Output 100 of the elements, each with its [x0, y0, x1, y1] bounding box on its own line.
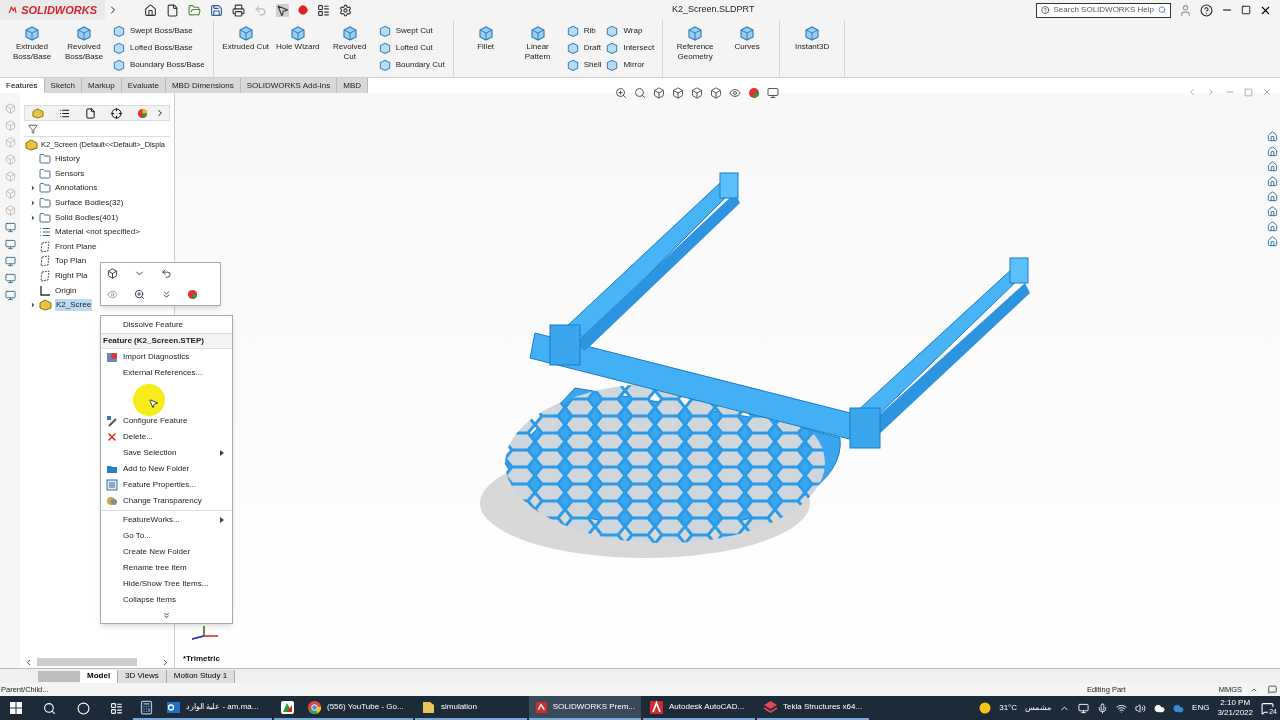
taskbar-app[interactable]: SOLIDWORKS Prem... — [529, 696, 641, 720]
tree-item[interactable]: Solid Bodies(401) — [54, 211, 120, 224]
taskbar-app[interactable]: (556) YouTube - Go... — [301, 696, 413, 720]
ribbon-command[interactable]: Lofted Boss/Base — [112, 41, 205, 55]
ribbon-command[interactable]: Revolved Boss/Base — [60, 24, 108, 62]
model-tab[interactable]: Motion Study 1 — [166, 669, 236, 683]
ribbon-command[interactable]: Shell — [565, 58, 602, 72]
clock-time[interactable]: 2:10 PM — [1220, 698, 1251, 708]
menu-item[interactable]: Add to New Folder — [101, 461, 232, 477]
tree-item[interactable]: Right Pla — [54, 270, 89, 283]
tree-item[interactable]: K2_Scree — [55, 299, 93, 312]
save-icon[interactable] — [210, 3, 223, 17]
settings-icon[interactable] — [339, 3, 352, 17]
scrollbar-thumb[interactable] — [37, 658, 137, 666]
tree-item[interactable]: Top Plan — [54, 255, 88, 268]
tree-item[interactable]: Origin — [54, 284, 78, 297]
appearance-icon[interactable] — [187, 289, 199, 300]
hide-show-icon[interactable] — [729, 87, 741, 99]
wifi-icon[interactable] — [1116, 702, 1128, 714]
task-pane-icon[interactable] — [1267, 206, 1278, 217]
monitor-icon[interactable] — [767, 87, 779, 99]
menu-item[interactable]: Create New Folder — [101, 544, 232, 560]
home-icon[interactable] — [144, 3, 157, 17]
tree-item[interactable]: Surface Bodies(32) — [54, 197, 125, 210]
task-pane-icon[interactable] — [1267, 176, 1278, 187]
ribbon-tab[interactable]: Markup — [82, 78, 122, 93]
display-style-icon[interactable] — [710, 87, 722, 99]
display-icon[interactable] — [4, 273, 16, 284]
ribbon-tab[interactable]: SOLIDWORKS Add-Ins — [240, 78, 338, 93]
filter-icon[interactable] — [28, 123, 38, 134]
ribbon-command[interactable]: Fillet — [461, 24, 510, 52]
search-field[interactable]: Search SOLIDWORKS Help — [1036, 2, 1171, 18]
ribbon-command[interactable]: Rib — [565, 24, 602, 38]
task-pane-icon[interactable] — [1267, 236, 1278, 247]
task-pane-icon[interactable] — [1267, 221, 1278, 232]
task-pane-icon[interactable] — [1267, 191, 1278, 202]
taskbar-app[interactable]: Autodesk AutoCAD... — [643, 696, 755, 720]
ribbon-tab[interactable]: Sketch — [44, 78, 83, 93]
view-orientation-icon[interactable] — [691, 87, 703, 99]
ribbon-command[interactable]: Lofted Cut — [377, 41, 445, 55]
ribbon-tab[interactable]: Evaluate — [121, 78, 166, 93]
menu-item[interactable]: Change Transparency — [101, 493, 232, 509]
ribbon-command[interactable]: Boundary Cut — [377, 58, 445, 72]
cloud-icon[interactable] — [1154, 702, 1166, 714]
appearance-icon[interactable] — [748, 87, 760, 99]
menu-item[interactable]: Go To... — [101, 528, 232, 544]
meet-icon[interactable] — [1078, 702, 1090, 714]
weather-temperature[interactable]: 31°C — [999, 702, 1018, 714]
traffic-light-icon[interactable] — [298, 5, 308, 15]
back-arrow-icon[interactable] — [160, 268, 172, 279]
ribbon-command[interactable]: Reference Geometry — [671, 24, 720, 62]
scroll-right-icon[interactable] — [161, 657, 170, 667]
model-tab[interactable]: 3D Views — [118, 669, 167, 683]
ribbon-command[interactable]: Revolved Cut — [325, 24, 374, 62]
display-icon[interactable] — [4, 239, 16, 250]
menu-item[interactable]: Rename tree item — [101, 560, 232, 576]
select-icon[interactable] — [276, 3, 289, 17]
windows-logo-icon[interactable] — [10, 702, 22, 714]
ribbon-tab[interactable]: MBD Dimensions — [165, 78, 241, 93]
help-icon[interactable] — [1200, 3, 1213, 17]
ribbon-command[interactable]: Extruded Boss/Base — [8, 24, 56, 62]
ribbon-command[interactable]: Curves — [723, 24, 772, 52]
menu-item[interactable]: Dissolve Feature — [101, 317, 232, 333]
model-tab[interactable]: Model — [80, 669, 119, 683]
rebuild-icon[interactable] — [1268, 685, 1277, 694]
tree-item[interactable]: History — [54, 153, 81, 166]
zoom-icon[interactable] — [133, 289, 145, 300]
menu-item[interactable]: Import Diagnostics — [101, 349, 232, 365]
restore-icon[interactable] — [1241, 5, 1251, 15]
view-cube-icon[interactable] — [653, 87, 665, 99]
ribbon-command[interactable]: Swept Boss/Base — [112, 24, 205, 38]
menu-item[interactable]: Collapse Items — [101, 592, 232, 608]
tree-item[interactable]: Sensors — [54, 167, 86, 180]
taskbar-app[interactable]: علية الوارد - am.ma... — [160, 696, 272, 720]
display-icon[interactable] — [4, 222, 16, 233]
expand-menu-icon[interactable] — [162, 610, 171, 620]
ribbon-command[interactable]: Extruded Cut — [221, 24, 270, 52]
scroll-left-icon[interactable] — [24, 657, 33, 667]
taskbar-app[interactable]: simulation — [415, 696, 527, 720]
ribbon-command[interactable]: Linear Pattern — [513, 24, 562, 62]
task-pane-icon[interactable] — [1267, 131, 1278, 142]
ribbon-command[interactable]: Swept Cut — [377, 24, 445, 38]
ribbon-command[interactable]: Draft — [565, 41, 602, 55]
weather-condition[interactable]: مشمس — [1025, 702, 1052, 714]
volume-icon[interactable] — [1135, 702, 1147, 714]
task-pane-icon[interactable] — [1267, 146, 1278, 157]
tree-item[interactable]: Annotations — [54, 182, 99, 195]
ribbon-command[interactable]: Wrap — [605, 24, 655, 38]
menu-item[interactable]: Hide/Show Tree Items... — [101, 576, 232, 592]
options-list-icon[interactable] — [317, 3, 330, 17]
tree-item[interactable]: Material <not specified> — [54, 226, 141, 239]
menu-item[interactable]: Save Selection — [101, 445, 232, 461]
display-icon[interactable] — [4, 256, 16, 267]
menu-item[interactable]: External References... — [101, 365, 232, 381]
task-view-icon[interactable] — [110, 701, 123, 715]
open-icon[interactable] — [188, 3, 201, 17]
tree-item[interactable]: Front Plane — [54, 240, 98, 253]
microphone-icon[interactable] — [1097, 702, 1109, 714]
section-view-icon[interactable] — [672, 87, 684, 99]
ribbon-tab[interactable]: MBD — [337, 78, 369, 93]
